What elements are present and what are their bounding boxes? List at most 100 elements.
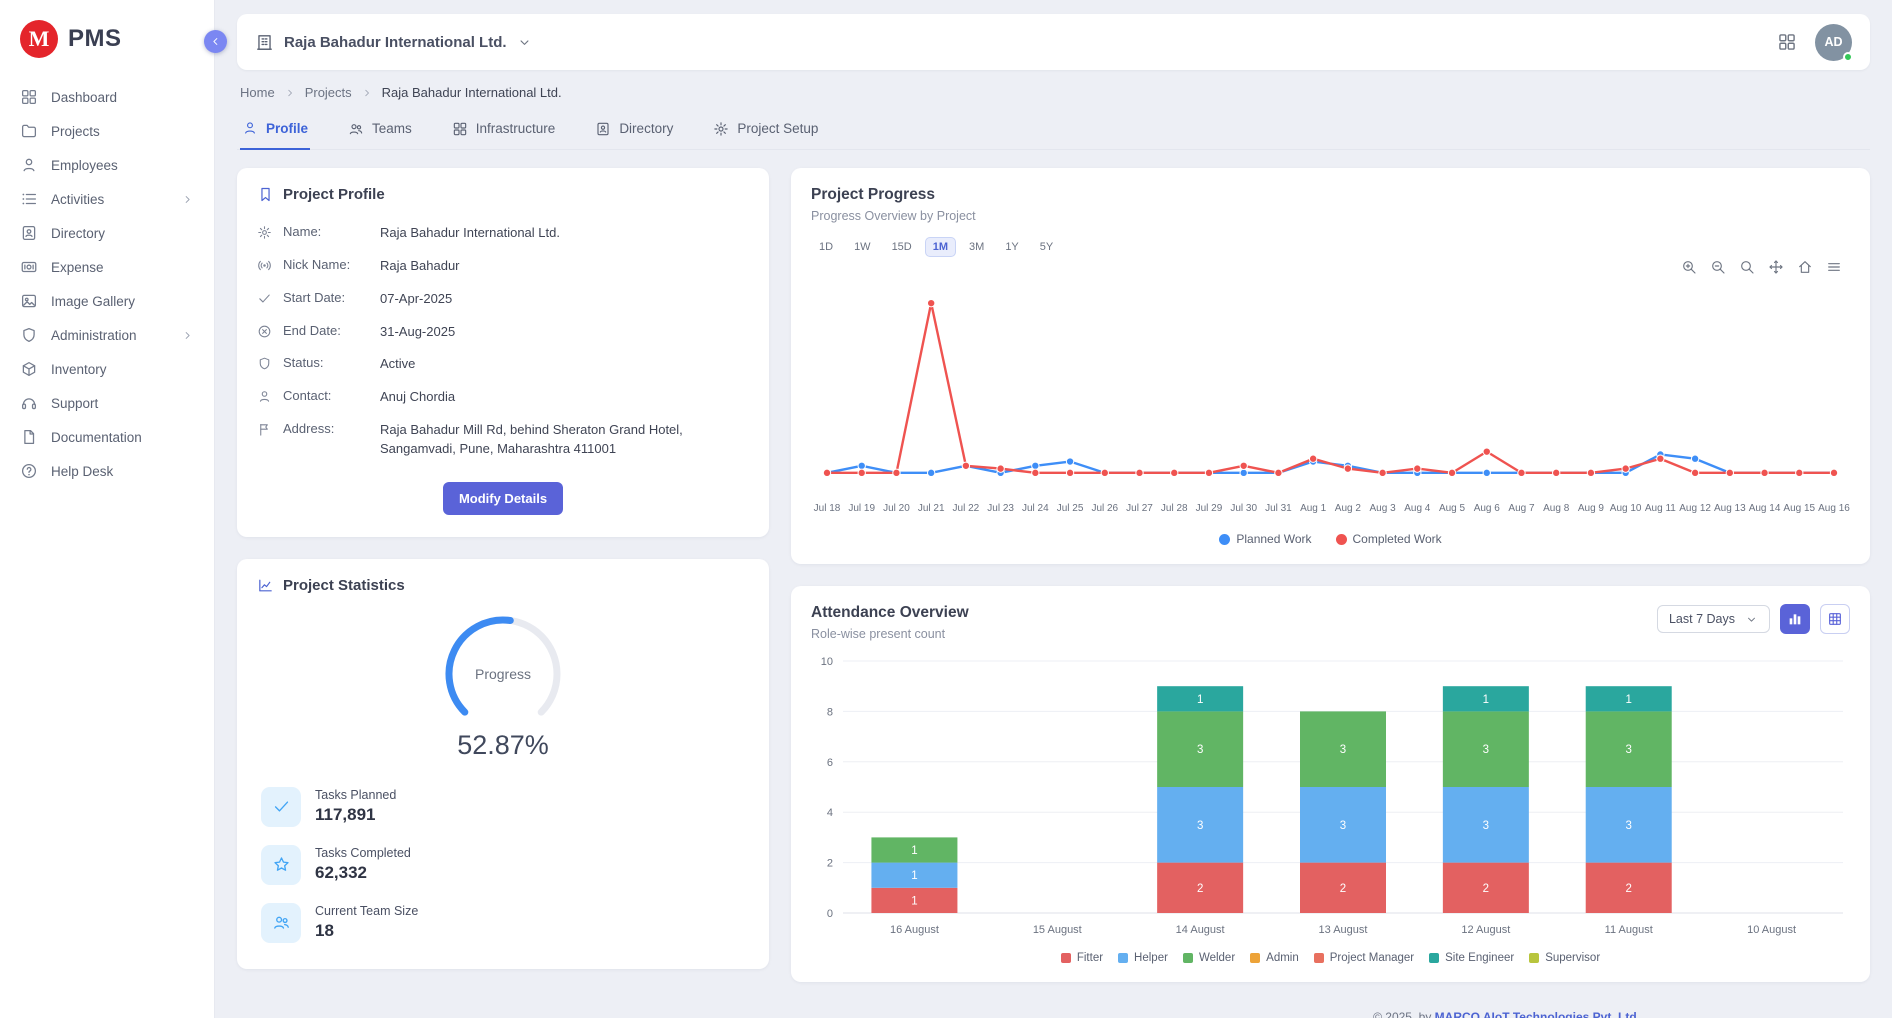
field-value: Anuj Chordia: [380, 388, 749, 407]
chart-view-toggle[interactable]: [1780, 604, 1810, 634]
sidebar-item-support[interactable]: Support: [0, 386, 214, 420]
tab-profile[interactable]: Profile: [240, 110, 310, 150]
svg-text:3: 3: [1483, 744, 1489, 756]
svg-text:Jul 21: Jul 21: [918, 503, 945, 514]
legend-item[interactable]: Admin: [1250, 952, 1299, 964]
legend-item[interactable]: Helper: [1118, 952, 1168, 964]
range-5y[interactable]: 5Y: [1032, 237, 1061, 257]
attendance-bar-chart[interactable]: 024681011116 August15 August233114 Augus…: [811, 651, 1850, 943]
svg-text:Aug 11: Aug 11: [1645, 503, 1676, 514]
sidebar-item-activities[interactable]: Activities: [0, 182, 214, 216]
legend-item[interactable]: Fitter: [1061, 952, 1103, 964]
svg-text:16 August: 16 August: [890, 924, 939, 936]
table-view-toggle[interactable]: [1820, 604, 1850, 634]
apps-icon: [452, 121, 468, 137]
svg-text:Aug 3: Aug 3: [1370, 503, 1397, 514]
legend-swatch: [1336, 534, 1347, 545]
range-1w[interactable]: 1W: [846, 237, 879, 257]
svg-text:2: 2: [1340, 883, 1346, 895]
menu-icon[interactable]: [1826, 259, 1842, 275]
stat-value: 62,332: [315, 863, 411, 883]
legend-item[interactable]: Welder: [1183, 952, 1235, 964]
sidebar-item-documentation[interactable]: Documentation: [0, 420, 214, 454]
card-title: Attendance Overview: [811, 604, 969, 622]
range-15d[interactable]: 15D: [884, 237, 920, 257]
legend-label: Helper: [1134, 952, 1168, 964]
svg-text:3: 3: [1197, 744, 1203, 756]
range-1d[interactable]: 1D: [811, 237, 841, 257]
zoom-in-icon[interactable]: [1681, 259, 1697, 275]
date-range-select[interactable]: Last 7 Days: [1657, 605, 1770, 633]
svg-text:2: 2: [1626, 883, 1632, 895]
pan-icon[interactable]: [1768, 259, 1784, 275]
range-1y[interactable]: 1Y: [997, 237, 1026, 257]
project-profile-card: Project Profile Name: Raja Bahadur Inter…: [237, 168, 769, 537]
legend-label: Fitter: [1077, 952, 1103, 964]
range-1m[interactable]: 1M: [925, 237, 956, 257]
legend-swatch: [1219, 534, 1230, 545]
tab-label: Teams: [372, 121, 412, 136]
tab-directory[interactable]: Directory: [593, 110, 675, 149]
legend-label: Project Manager: [1330, 952, 1414, 964]
range-3m[interactable]: 3M: [961, 237, 992, 257]
gear-icon: [713, 121, 729, 137]
zoom-out-icon[interactable]: [1710, 259, 1726, 275]
zoom-select-icon[interactable]: [1739, 259, 1755, 275]
progress-line-chart[interactable]: Jul 18Jul 19Jul 20Jul 21Jul 22Jul 23Jul …: [811, 275, 1850, 523]
legend-item[interactable]: Completed Work: [1336, 532, 1442, 546]
svg-text:Aug 10: Aug 10: [1610, 503, 1642, 514]
sidebar-item-label: Inventory: [51, 362, 107, 377]
field-label: Name:: [283, 224, 369, 239]
project-progress-title-row: Project Progress: [811, 186, 1850, 204]
tab-project-setup[interactable]: Project Setup: [711, 110, 820, 149]
sidebar-item-projects[interactable]: Projects: [0, 114, 214, 148]
sidebar-item-image-gallery[interactable]: Image Gallery: [0, 284, 214, 318]
user-avatar[interactable]: AD: [1815, 24, 1852, 61]
sidebar-item-help-desk[interactable]: Help Desk: [0, 454, 214, 488]
legend-item[interactable]: Planned Work: [1219, 532, 1311, 546]
page-footer: © 2025, by MARCO AIoT Technologies Pvt. …: [791, 1004, 1870, 1018]
footer-text: © 2025, by: [1373, 1010, 1435, 1018]
sidebar-collapse-button[interactable]: [204, 30, 227, 53]
tab-bar: Profile Teams Infrastructure Directory P…: [237, 110, 1870, 150]
company-selector[interactable]: Raja Bahadur International Ltd.: [255, 33, 532, 52]
project-profile-title-row: Project Profile: [257, 186, 749, 203]
progress-gauge: Progress 52.87%: [257, 608, 749, 761]
content-area: Project Profile Name: Raja Bahadur Inter…: [237, 168, 1870, 1018]
legend-item[interactable]: Site Engineer: [1429, 952, 1514, 964]
field-status: Status: Active: [257, 348, 749, 381]
apps-grid-icon[interactable]: [1777, 32, 1797, 52]
sidebar-item-dashboard[interactable]: Dashboard: [0, 80, 214, 114]
pms-logo[interactable]: M PMS: [0, 0, 214, 74]
breadcrumb-home[interactable]: Home: [240, 85, 275, 100]
modify-details-button[interactable]: Modify Details: [443, 482, 563, 515]
right-column: Project Progress Progress Overview by Pr…: [791, 168, 1870, 1018]
svg-text:Jul 23: Jul 23: [987, 503, 1014, 514]
breadcrumb-projects[interactable]: Projects: [305, 85, 352, 100]
tab-label: Profile: [266, 121, 308, 136]
footer-link[interactable]: MARCO AIoT Technologies Pvt. Ltd.: [1435, 1010, 1640, 1018]
progress-chart-legend: Planned Work Completed Work: [811, 532, 1850, 546]
sidebar-item-administration[interactable]: Administration: [0, 318, 214, 352]
sidebar-item-employees[interactable]: Employees: [0, 148, 214, 182]
legend-item[interactable]: Project Manager: [1314, 952, 1414, 964]
sidebar-item-label: Expense: [51, 260, 104, 275]
sidebar-item-expense[interactable]: Expense: [0, 250, 214, 284]
sidebar: M PMS Dashboard Projects Employees Activ…: [0, 0, 215, 1018]
tab-teams[interactable]: Teams: [346, 110, 414, 149]
stat-label: Tasks Planned: [315, 788, 396, 802]
legend-item[interactable]: Supervisor: [1529, 952, 1600, 964]
person-icon: [257, 389, 272, 404]
sidebar-item-directory[interactable]: Directory: [0, 216, 214, 250]
svg-text:15 August: 15 August: [1033, 924, 1082, 936]
tab-infrastructure[interactable]: Infrastructure: [450, 110, 558, 149]
legend-label: Supervisor: [1545, 952, 1600, 964]
svg-text:Jul 18: Jul 18: [814, 503, 841, 514]
svg-text:3: 3: [1340, 744, 1346, 756]
card-title: Project Statistics: [283, 577, 405, 594]
home-icon[interactable]: [1797, 259, 1813, 275]
bar-chart-icon: [1787, 611, 1803, 627]
check-icon: [261, 787, 301, 827]
field-name: Name: Raja Bahadur International Ltd.: [257, 217, 749, 250]
sidebar-item-inventory[interactable]: Inventory: [0, 352, 214, 386]
